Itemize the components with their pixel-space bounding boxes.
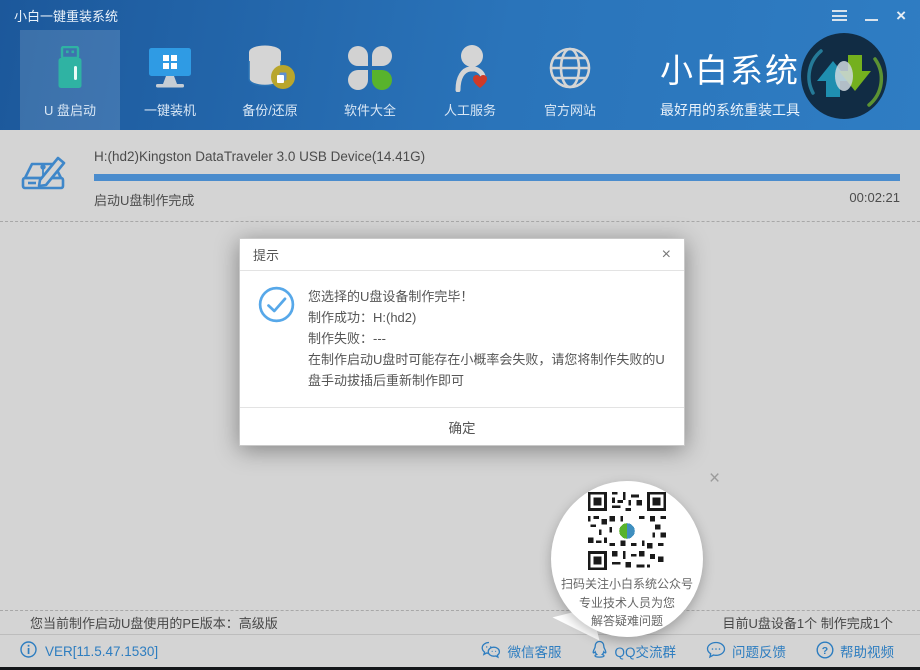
usb-device-label: H:(hd2)Kingston DataTraveler 3.0 USB Dev… — [94, 149, 900, 164]
progress-body: H:(hd2)Kingston DataTraveler 3.0 USB Dev… — [94, 142, 900, 221]
tab-label: 软件大全 — [344, 100, 396, 119]
feedback-bubble-icon — [706, 641, 726, 662]
tab-label: 官方网站 — [544, 100, 596, 119]
qr-code-image — [588, 492, 666, 575]
version-label: VER[11.5.47.1530] — [45, 644, 158, 659]
tab-label: U 盘启动 — [44, 100, 96, 119]
apps-clover-icon — [348, 42, 392, 94]
qr-caption-line: 扫码关注小白系统公众号 — [561, 575, 693, 594]
footer-link-label: 帮助视频 — [840, 641, 894, 661]
backup-restore-icon — [244, 42, 296, 94]
customer-service-icon — [447, 42, 493, 94]
usb-drive-icon — [55, 42, 85, 94]
brand-name: 小白系统 — [648, 44, 812, 92]
dialog-close-icon[interactable]: × — [662, 247, 671, 263]
website-globe-icon — [547, 42, 593, 94]
tab-official-website[interactable]: 官方网站 — [520, 30, 620, 130]
brand-block: 小白系统 最好用的系统重装工具 — [648, 44, 812, 120]
tab-software-center[interactable]: 软件大全 — [320, 30, 420, 130]
dialog-title: 提示 — [253, 245, 279, 264]
tab-label: 备份/还原 — [242, 100, 298, 119]
titlebar: 小白一键重装系统 × — [0, 0, 920, 30]
topbar: 小白一键重装系统 × U 盘启动 — [0, 0, 920, 130]
dialog-line: 制作成功：H:(hd2) — [308, 307, 668, 328]
close-icon[interactable]: × — [896, 9, 906, 22]
dialog-header: 提示 × — [240, 239, 684, 271]
tab-label: 一键装机 — [144, 100, 196, 119]
dialog-body: 您选择的U盘设备制作完毕！ 制作成功：H:(hd2) 制作失败：--- 在制作启… — [240, 271, 684, 407]
tab-usb-boot[interactable]: U 盘启动 — [20, 30, 120, 130]
version-info[interactable]: VER[11.5.47.1530] — [20, 641, 158, 661]
footer-link-label: QQ交流群 — [614, 641, 676, 661]
tab-human-service[interactable]: 人工服务 — [420, 30, 520, 130]
tab-backup-restore[interactable]: 备份/还原 — [220, 30, 320, 130]
footer-bar: VER[11.5.47.1530] 微信客服 — [0, 634, 920, 667]
dialog-line: 制作失败：--- — [308, 328, 668, 349]
qr-caption-line: 专业技术人员为您 — [579, 594, 675, 613]
tab-label: 人工服务 — [444, 100, 496, 119]
brand-tagline: 最好用的系统重装工具 — [648, 100, 812, 120]
usb-progress-section: H:(hd2)Kingston DataTraveler 3.0 USB Dev… — [0, 130, 920, 222]
qr-popup-close-icon[interactable]: × — [709, 468, 720, 490]
monitor-icon — [146, 42, 194, 94]
window-controls: × — [832, 9, 906, 22]
wechat-icon — [481, 641, 501, 662]
help-icon: ? — [816, 641, 834, 662]
recycle-arrows-logo — [799, 31, 889, 121]
info-icon — [20, 641, 37, 661]
footer-link-label: 问题反馈 — [732, 641, 786, 661]
qr-popup: 扫码关注小白系统公众号 专业技术人员为您 解答疑难问题 — [551, 481, 703, 637]
progress-status-text: 启动U盘制作完成 — [94, 190, 194, 209]
drive-write-icon — [18, 150, 70, 221]
window-title: 小白一键重装系统 — [14, 6, 118, 25]
dialog-line: 您选择的U盘设备制作完毕！ — [308, 286, 668, 307]
dialog-message: 您选择的U盘设备制作完毕！ 制作成功：H:(hd2) 制作失败：--- 在制作启… — [308, 286, 668, 391]
feedback-link[interactable]: 问题反馈 — [706, 640, 786, 662]
pe-version-text: 您当前制作启动U盘使用的PE版本：高级版 — [30, 613, 278, 632]
svg-text:?: ? — [822, 645, 828, 657]
app-window: 小白一键重装系统 × U 盘启动 — [0, 0, 920, 670]
elapsed-time: 00:02:21 — [849, 190, 900, 209]
result-dialog: 提示 × 您选择的U盘设备制作完毕！ 制作成功：H:(hd2) 制作失败：---… — [239, 238, 685, 446]
menu-icon[interactable] — [832, 10, 847, 21]
status-row: 您当前制作启动U盘使用的PE版本：高级版 目前U盘设备1个 制作完成1个 — [0, 610, 920, 634]
qq-group-link[interactable]: QQ交流群 — [591, 640, 676, 662]
confirm-button[interactable]: 确定 — [240, 407, 684, 445]
minimize-icon[interactable] — [865, 19, 878, 21]
wechat-support-link[interactable]: 微信客服 — [481, 640, 561, 662]
progress-bar-fill — [94, 174, 900, 181]
qq-icon — [591, 640, 608, 662]
usb-count-text: 目前U盘设备1个 制作完成1个 — [723, 613, 893, 632]
qr-caption-line: 解答疑难问题 — [591, 612, 663, 631]
footer-links: 微信客服 QQ交流群 — [481, 640, 894, 662]
dialog-line: 在制作启动U盘时可能存在小概率会失败，请您将制作失败的U盘手动拔插后重新制作即可 — [308, 349, 668, 391]
help-video-link[interactable]: ? 帮助视频 — [816, 640, 894, 662]
progress-bar-track — [94, 174, 900, 181]
tab-one-click-install[interactable]: 一键装机 — [120, 30, 220, 130]
success-check-icon — [258, 286, 295, 391]
footer-link-label: 微信客服 — [507, 641, 561, 661]
